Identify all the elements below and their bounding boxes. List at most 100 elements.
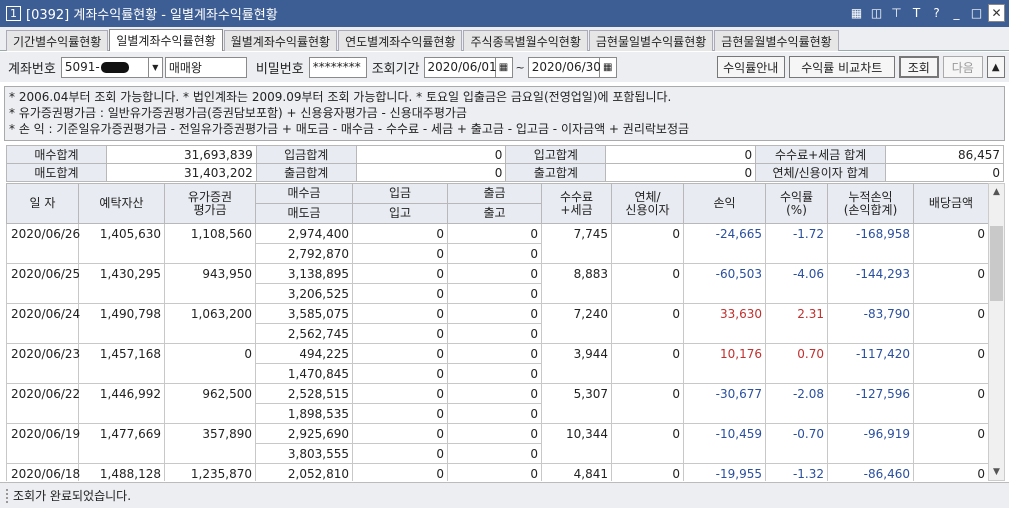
cell-sell: 2,792,870 bbox=[255, 243, 353, 264]
account-select[interactable]: 5091- ▼ bbox=[60, 56, 163, 78]
fee-total-value: 86,457 bbox=[885, 145, 1004, 164]
deposit-total-label: 입금합계 bbox=[255, 145, 357, 164]
cell-out-money: 0 bbox=[447, 343, 542, 364]
vertical-scrollbar[interactable]: ▲ ▼ bbox=[988, 183, 1005, 481]
maximize-icon[interactable]: □ bbox=[968, 4, 985, 22]
table-row[interactable]: 2020/06/24 1,490,798 1,063,200 3,585,075 0 0 7… bbox=[6, 303, 988, 344]
password-field[interactable]: ******** bbox=[308, 56, 367, 78]
table-row[interactable]: 2020/06/22 1,446,992 962,500 2,528,515 0 0 5,3… bbox=[6, 383, 988, 424]
cell-date: 2020/06/22 bbox=[6, 383, 80, 424]
cell-interest: 0 bbox=[611, 303, 684, 344]
restore-icon[interactable]: ◫ bbox=[868, 4, 885, 22]
cell-out-stock: 0 bbox=[447, 363, 542, 384]
tab-bar: 기간별수익률현황 일별계좌수익률현황 월별계좌수익률현황 연도별계좌수익률현황 … bbox=[0, 27, 1009, 51]
col-header-fee[interactable]: 수수료 +세금 bbox=[541, 183, 612, 224]
minimize-icon[interactable]: _ bbox=[948, 4, 965, 22]
deposit-total-value: 0 bbox=[355, 145, 507, 164]
table-row[interactable]: 2020/06/19 1,477,669 357,890 2,925,690 0 0 10,… bbox=[6, 423, 988, 464]
buy-total-label: 매수합계 bbox=[6, 145, 107, 164]
close-icon[interactable]: ✕ bbox=[988, 4, 1005, 22]
query-button[interactable]: 조회 bbox=[898, 56, 939, 78]
col-header-in-stock[interactable]: 입고 bbox=[352, 203, 448, 224]
calendar-icon[interactable]: ▦ bbox=[495, 56, 513, 78]
cell-date: 2020/06/26 bbox=[6, 223, 80, 264]
col-header-sell[interactable]: 매도금 bbox=[255, 203, 353, 224]
cell-dividend: 0 bbox=[913, 303, 988, 344]
cell-deposit: 1,477,669 bbox=[78, 423, 165, 464]
table-row[interactable]: 2020/06/25 1,430,295 943,950 3,138,895 0 0 8,8… bbox=[6, 263, 988, 304]
cell-pnl: -24,665 bbox=[683, 223, 766, 264]
cell-out-money: 0 bbox=[447, 303, 542, 324]
cell-cumulative: -96,919 bbox=[827, 423, 914, 464]
cell-deposit: 1,457,168 bbox=[78, 343, 165, 384]
col-header-out-stock[interactable]: 출고 bbox=[447, 203, 542, 224]
scroll-up-icon[interactable]: ▲ bbox=[989, 184, 1004, 200]
calendar-icon[interactable]: ▦ bbox=[599, 56, 617, 78]
cell-cumulative: -144,293 bbox=[827, 263, 914, 304]
tab-stock-monthly-return[interactable]: 주식종목별월수익현황 bbox=[463, 30, 588, 51]
password-label: 비밀번호 bbox=[255, 61, 304, 77]
note-line: * 2006.04부터 조회 가능합니다. * 법인계좌는 2009.09부터 … bbox=[9, 90, 672, 104]
cell-rate: -2.08 bbox=[765, 383, 828, 424]
cell-deposit: 1,405,630 bbox=[78, 223, 165, 264]
scroll-thumb[interactable] bbox=[990, 226, 1003, 301]
return-guide-button[interactable]: 수익률안내 bbox=[716, 56, 785, 78]
cell-in-stock: 0 bbox=[352, 363, 448, 384]
cell-out-money: 0 bbox=[447, 463, 542, 481]
text-size-icon[interactable]: T bbox=[908, 4, 925, 22]
cell-interest: 0 bbox=[611, 463, 684, 481]
cell-dividend: 0 bbox=[913, 223, 988, 264]
account-number-field[interactable]: 5091- bbox=[60, 56, 149, 78]
cell-pnl: 33,630 bbox=[683, 303, 766, 344]
window-titlebar: 1 [0392] 계좌수익률현황 - 일별계좌수익률현황 ▦ ◫ ⊤ T ? _… bbox=[0, 0, 1009, 27]
cell-sell: 1,898,535 bbox=[255, 403, 353, 424]
col-header-cumulative[interactable]: 누적손익 (손익합계) bbox=[827, 183, 914, 224]
cell-cumulative: -83,790 bbox=[827, 303, 914, 344]
table-row[interactable]: 2020/06/23 1,457,168 0 494,225 0 0 3,944 0 10,17… bbox=[6, 343, 988, 384]
daily-return-grid[interactable]: 일 자 예탁자산 유가증권 평가금 매수금 입금 출금 수수료 +세금 연체/ … bbox=[6, 183, 988, 481]
cell-deposit: 1,430,295 bbox=[78, 263, 165, 304]
cell-in-money: 0 bbox=[352, 423, 448, 444]
col-header-securities[interactable]: 유가증권 평가금 bbox=[164, 183, 256, 224]
col-header-in-money[interactable]: 입금 bbox=[352, 183, 448, 204]
col-header-date[interactable]: 일 자 bbox=[6, 183, 79, 224]
next-button[interactable]: 다음 bbox=[942, 56, 983, 78]
date-from-field[interactable]: 2020/06/01 bbox=[423, 56, 497, 78]
pin-icon[interactable]: ⊤ bbox=[888, 4, 905, 22]
cell-interest: 0 bbox=[611, 223, 684, 264]
tab-monthly-account-return[interactable]: 월별계좌수익률현황 bbox=[223, 30, 338, 51]
tab-gold-daily-return[interactable]: 금현물일별수익률현황 bbox=[588, 30, 714, 51]
chevron-down-icon[interactable]: ▼ bbox=[148, 56, 163, 78]
cell-in-stock: 0 bbox=[352, 283, 448, 304]
date-to-field[interactable]: 2020/06/30 bbox=[527, 56, 601, 78]
link-icon[interactable]: ▦ bbox=[848, 4, 865, 22]
col-header-pnl[interactable]: 손익 bbox=[683, 183, 766, 224]
cell-fee: 7,745 bbox=[541, 223, 612, 264]
cell-in-stock: 0 bbox=[352, 323, 448, 344]
window-number-badge: 1 bbox=[6, 6, 21, 21]
daily-return-table: 일 자 예탁자산 유가증권 평가금 매수금 입금 출금 수수료 +세금 연체/ … bbox=[6, 183, 988, 481]
tab-yearly-account-return[interactable]: 연도별계좌수익률현황 bbox=[338, 30, 463, 51]
cell-securities: 1,108,560 bbox=[164, 223, 256, 264]
scroll-down-icon[interactable]: ▼ bbox=[989, 464, 1004, 480]
cell-date: 2020/06/25 bbox=[6, 263, 80, 304]
tab-gold-monthly-return[interactable]: 금현물월별수익률현황 bbox=[714, 30, 839, 51]
col-header-deposit[interactable]: 예탁자산 bbox=[78, 183, 165, 224]
col-header-dividend[interactable]: 배당금액 bbox=[913, 183, 988, 224]
table-row[interactable]: 2020/06/26 1,405,630 1,108,560 2,974,400 0 0 7… bbox=[6, 223, 988, 264]
note-line: * 손 익 : 기준일유가증권평가금 - 전일유가증권평가금 + 매도금 - 매… bbox=[9, 122, 690, 136]
tab-period-return[interactable]: 기간별수익률현황 bbox=[6, 30, 109, 51]
buy-total-value: 31,693,839 bbox=[105, 145, 257, 164]
cell-pnl: -30,677 bbox=[683, 383, 766, 424]
return-compare-chart-button[interactable]: 수익률 비교차트 bbox=[788, 56, 895, 78]
cell-deposit: 1,490,798 bbox=[78, 303, 165, 344]
table-row[interactable]: 2020/06/18 1,488,128 1,235,870 2,052,810 0 0 4… bbox=[6, 463, 988, 481]
interest-total-label: 연체/신용이자 합계 bbox=[755, 163, 887, 182]
collapse-up-button[interactable]: ▲ bbox=[986, 56, 1005, 78]
help-icon[interactable]: ? bbox=[928, 4, 945, 22]
col-header-rate[interactable]: 수익률 (%) bbox=[765, 183, 828, 224]
col-header-interest[interactable]: 연체/ 신용이자 bbox=[611, 183, 684, 224]
col-header-out-money[interactable]: 출금 bbox=[447, 183, 542, 204]
col-header-buy[interactable]: 매수금 bbox=[255, 183, 353, 204]
tab-daily-account-return[interactable]: 일별계좌수익률현황 bbox=[109, 29, 223, 51]
